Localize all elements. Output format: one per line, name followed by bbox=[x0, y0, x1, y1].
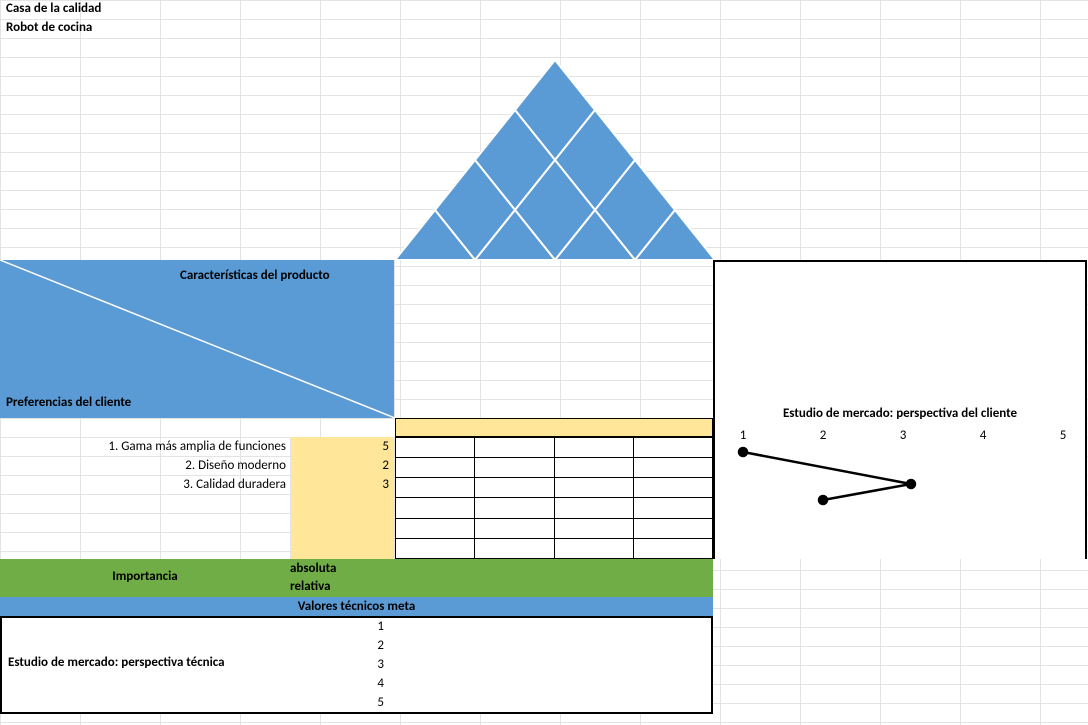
weights-column bbox=[290, 437, 395, 559]
tech-row-5[interactable]: 5 bbox=[290, 695, 390, 710]
client-study-box: Estudio de mercado: perspectiva del clie… bbox=[713, 260, 1087, 559]
client-study-chart bbox=[715, 442, 1088, 552]
preference-weight-3[interactable]: 3 bbox=[290, 477, 395, 492]
tech-row-3[interactable]: 3 bbox=[290, 657, 390, 672]
axis-5: 5 bbox=[1043, 428, 1083, 443]
importance-bar: Importancia absoluta relativa bbox=[0, 559, 713, 597]
tech-row-4[interactable]: 4 bbox=[290, 676, 390, 691]
preference-weight-1[interactable]: 5 bbox=[290, 439, 395, 454]
axis-4: 4 bbox=[963, 428, 1003, 443]
client-preferences-label: Preferencias del cliente bbox=[6, 395, 131, 410]
header-split-box: Características del producto Preferencia… bbox=[0, 260, 395, 418]
importance-absolute: absoluta bbox=[290, 561, 336, 576]
product-characteristics-label: Características del producto bbox=[180, 268, 330, 283]
title: Casa de la calidad bbox=[2, 0, 105, 17]
roof-correlation-matrix bbox=[395, 60, 715, 260]
preference-row-1[interactable]: 1. Gama más amplia de funciones bbox=[0, 439, 290, 454]
relationship-matrix[interactable] bbox=[395, 437, 713, 559]
spreadsheet-sheet: Casa de la calidad Robot de cocina bbox=[0, 0, 1088, 725]
preference-row-2[interactable]: 2. Diseño moderno bbox=[0, 458, 290, 473]
technical-targets-bar: Valores técnicos meta bbox=[0, 597, 713, 616]
axis-1: 1 bbox=[723, 428, 763, 443]
tech-row-2[interactable]: 2 bbox=[290, 638, 390, 653]
preference-row-3[interactable]: 3. Calidad duradera bbox=[0, 477, 290, 492]
product-characteristics-header-row[interactable] bbox=[395, 418, 713, 437]
tech-row-1[interactable]: 1 bbox=[290, 619, 390, 634]
axis-3: 3 bbox=[883, 428, 923, 443]
importance-relative: relativa bbox=[290, 579, 331, 594]
preference-weight-2[interactable]: 2 bbox=[290, 458, 395, 473]
subtitle: Robot de cocina bbox=[2, 19, 96, 36]
importance-label: Importancia bbox=[0, 569, 290, 584]
technical-study-label: Estudio de mercado: perspectiva técnica bbox=[8, 655, 290, 670]
client-study-title: Estudio de mercado: perspectiva del clie… bbox=[715, 406, 1085, 421]
axis-2: 2 bbox=[803, 428, 843, 443]
